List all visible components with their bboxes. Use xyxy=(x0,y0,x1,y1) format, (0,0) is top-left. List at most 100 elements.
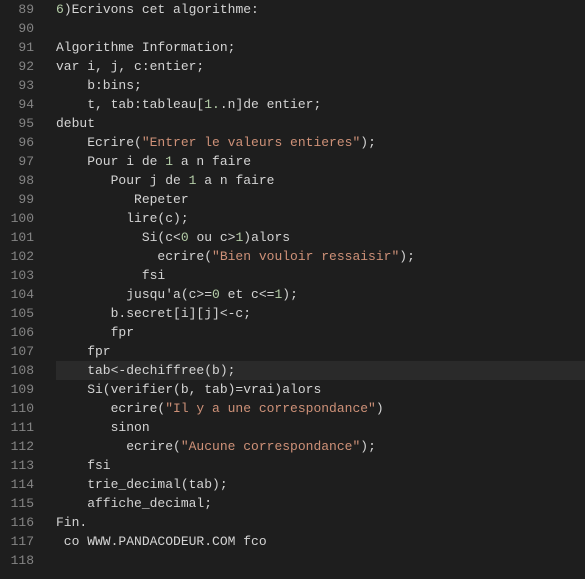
code-line[interactable]: b.secret[i][j]<-c; xyxy=(56,304,585,323)
code-line[interactable]: trie_decimal(tab); xyxy=(56,475,585,494)
line-number: 101 xyxy=(10,228,34,247)
code-token: Si(verifier(b, tab)=vrai)alors xyxy=(56,382,321,397)
code-token: ecrire( xyxy=(56,401,165,416)
code-token: a n faire xyxy=(173,154,251,169)
code-line[interactable]: ecrire("Il y a une correspondance") xyxy=(56,399,585,418)
code-line[interactable]: tab<-dechiffree(b); xyxy=(56,361,585,380)
code-token: t, tab:tableau[ xyxy=(56,97,204,112)
code-token: a n faire xyxy=(196,173,274,188)
code-token: 1 xyxy=(165,154,173,169)
code-token: var i, j, c:entier; xyxy=(56,59,204,74)
code-line[interactable]: var i, j, c:entier; xyxy=(56,57,585,76)
code-token: et c<= xyxy=(220,287,275,302)
code-line[interactable]: lire(c); xyxy=(56,209,585,228)
code-line[interactable]: sinon xyxy=(56,418,585,437)
line-number: 99 xyxy=(10,190,34,209)
code-token: 0 xyxy=(181,230,189,245)
code-line[interactable]: ecrire("Bien vouloir ressaisir"); xyxy=(56,247,585,266)
code-token: jusqu'a(c>= xyxy=(56,287,212,302)
code-token: sinon xyxy=(56,420,150,435)
code-token: fsi xyxy=(56,458,111,473)
code-line[interactable]: Fin. xyxy=(56,513,585,532)
code-token: Pour j de xyxy=(56,173,189,188)
line-number: 110 xyxy=(10,399,34,418)
line-number: 91 xyxy=(10,38,34,57)
code-token: ecrire( xyxy=(56,249,212,264)
line-number: 105 xyxy=(10,304,34,323)
line-number: 93 xyxy=(10,76,34,95)
code-token: Ecrire( xyxy=(56,135,142,150)
line-number: 89 xyxy=(10,0,34,19)
code-token: fpr xyxy=(56,344,111,359)
line-number: 108 xyxy=(10,361,34,380)
line-number: 115 xyxy=(10,494,34,513)
code-line[interactable]: b:bins; xyxy=(56,76,585,95)
line-number: 107 xyxy=(10,342,34,361)
line-number: 104 xyxy=(10,285,34,304)
code-token: Fin. xyxy=(56,515,87,530)
code-token: ); xyxy=(399,249,415,264)
code-line[interactable]: Algorithme Information; xyxy=(56,38,585,57)
line-number: 117 xyxy=(10,532,34,551)
line-number: 103 xyxy=(10,266,34,285)
code-line[interactable]: co WWW.PANDACODEUR.COM fco xyxy=(56,532,585,551)
line-number: 113 xyxy=(10,456,34,475)
code-token: co WWW.PANDACODEUR.COM fco xyxy=(56,534,267,549)
code-token: debut xyxy=(56,116,95,131)
line-number: 118 xyxy=(10,551,34,570)
line-number: 94 xyxy=(10,95,34,114)
line-number: 111 xyxy=(10,418,34,437)
code-line[interactable]: Si(c<0 ou c>1)alors xyxy=(56,228,585,247)
line-number: 95 xyxy=(10,114,34,133)
code-token: Si(c< xyxy=(56,230,181,245)
code-token: )alors xyxy=(243,230,290,245)
code-line[interactable]: Pour j de 1 a n faire xyxy=(56,171,585,190)
code-token: "Entrer le valeurs entieres" xyxy=(142,135,360,150)
line-number: 106 xyxy=(10,323,34,342)
code-token: )Ecrivons cet algorithme: xyxy=(64,2,259,17)
line-number: 96 xyxy=(10,133,34,152)
code-token: 0 xyxy=(212,287,220,302)
line-number: 114 xyxy=(10,475,34,494)
code-token: fsi xyxy=(56,268,165,283)
code-token: Repeter xyxy=(56,192,189,207)
code-line[interactable]: Ecrire("Entrer le valeurs entieres"); xyxy=(56,133,585,152)
code-token: ) xyxy=(376,401,384,416)
code-token: trie_decimal(tab); xyxy=(56,477,228,492)
code-token: "Aucune correspondance" xyxy=(181,439,360,454)
line-number-gutter: 8990919293949596979899100101102103104105… xyxy=(0,0,52,579)
code-line[interactable]: affiche_decimal; xyxy=(56,494,585,513)
code-line[interactable]: fsi xyxy=(56,456,585,475)
line-number: 102 xyxy=(10,247,34,266)
code-line[interactable]: Pour i de 1 a n faire xyxy=(56,152,585,171)
code-line[interactable]: jusqu'a(c>=0 et c<=1); xyxy=(56,285,585,304)
code-editor[interactable]: 8990919293949596979899100101102103104105… xyxy=(0,0,585,579)
code-token: ); xyxy=(360,439,376,454)
code-line[interactable]: ecrire("Aucune correspondance"); xyxy=(56,437,585,456)
line-number: 90 xyxy=(10,19,34,38)
code-token: Algorithme Information; xyxy=(56,40,235,55)
code-line[interactable]: fsi xyxy=(56,266,585,285)
code-line[interactable]: Si(verifier(b, tab)=vrai)alors xyxy=(56,380,585,399)
code-token: ); xyxy=(360,135,376,150)
code-token: fpr xyxy=(56,325,134,340)
code-line[interactable] xyxy=(56,551,585,570)
code-line[interactable]: Repeter xyxy=(56,190,585,209)
line-number: 98 xyxy=(10,171,34,190)
code-line[interactable]: 6)Ecrivons cet algorithme: xyxy=(56,0,585,19)
code-token: ecrire( xyxy=(56,439,181,454)
code-token: b.secret[i][j]<-c; xyxy=(56,306,251,321)
line-number: 100 xyxy=(10,209,34,228)
code-token: "Bien vouloir ressaisir" xyxy=(212,249,399,264)
code-line[interactable]: fpr xyxy=(56,323,585,342)
code-line[interactable] xyxy=(56,19,585,38)
code-token: lire(c); xyxy=(56,211,189,226)
code-token: ); xyxy=(282,287,298,302)
code-line[interactable]: debut xyxy=(56,114,585,133)
line-number: 116 xyxy=(10,513,34,532)
code-line[interactable]: t, tab:tableau[1..n]de entier; xyxy=(56,95,585,114)
code-token: ou c> xyxy=(189,230,236,245)
code-line[interactable]: fpr xyxy=(56,342,585,361)
code-token: tab<-dechiffree(b); xyxy=(56,363,235,378)
code-area[interactable]: 6)Ecrivons cet algorithme: Algorithme In… xyxy=(52,0,585,579)
